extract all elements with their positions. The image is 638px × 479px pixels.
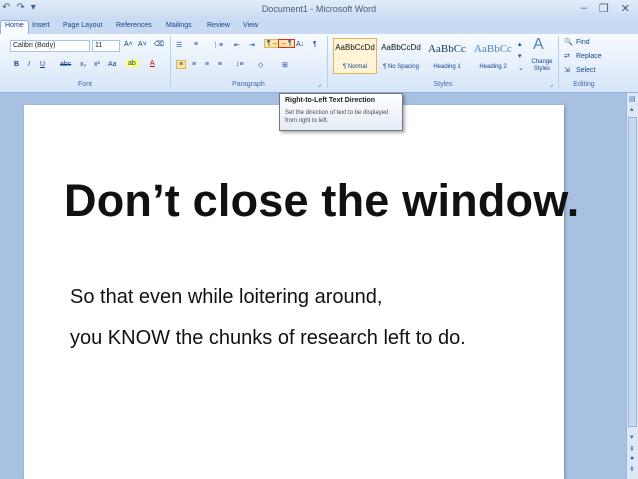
scroll-thumb[interactable] xyxy=(628,117,637,427)
clear-formatting-icon[interactable]: ⌫ xyxy=(154,40,164,48)
style-sample: AaBbCcDd xyxy=(381,43,421,52)
tooltip: Right-to-Left Text Direction Set the dir… xyxy=(279,93,403,131)
document-line: you KNOW the chunks of research left to … xyxy=(70,327,466,349)
style-normal[interactable]: AaBbCcDd ¶ Normal xyxy=(333,38,377,74)
align-center-icon[interactable]: ≡ xyxy=(192,61,196,68)
borders-icon[interactable]: ⊞ xyxy=(282,61,288,69)
tab-insert[interactable]: Insert xyxy=(32,22,50,29)
increase-indent-icon[interactable]: ⇥ xyxy=(249,41,255,49)
style-heading-2[interactable]: AaBbCc Heading 2 xyxy=(471,38,515,74)
style-sample: AaBbCc xyxy=(428,43,466,55)
sort-icon[interactable]: A↓ xyxy=(296,41,304,48)
numbering-icon[interactable]: ≡ xyxy=(194,41,198,48)
vertical-scrollbar[interactable]: ▤ ▴ ▾ ⇞ ● ⇟ xyxy=(626,93,638,479)
replace-icon: ⇄ xyxy=(564,53,570,60)
minimize-icon[interactable]: – xyxy=(581,2,587,15)
styles-scroll-up-icon[interactable]: ▴ xyxy=(518,40,522,48)
editing-group-label: Editing xyxy=(573,81,595,88)
style-sample: AaBbCcDd xyxy=(335,43,375,52)
restore-icon[interactable]: ❐ xyxy=(599,2,609,15)
find-button[interactable]: Find xyxy=(576,39,590,46)
tooltip-description: Set the direction of text to be displaye… xyxy=(285,110,389,124)
previous-page-icon[interactable]: ⇞ xyxy=(629,445,635,453)
select-icon: ⇲ xyxy=(564,67,570,74)
scroll-up-icon[interactable]: ▴ xyxy=(630,105,634,113)
close-icon[interactable]: ✕ xyxy=(621,2,630,15)
style-heading-1[interactable]: AaBbCc Heading 1 xyxy=(425,38,469,74)
title-bar: ↶ ↷ ▾ Document1 - Microsoft Word – ❐ ✕ xyxy=(0,0,638,19)
style-name: Heading 1 xyxy=(433,64,461,70)
tab-references[interactable]: References xyxy=(116,22,152,29)
tab-home[interactable]: Home xyxy=(0,20,29,34)
paragraph-dialog-launcher-icon[interactable]: ⌟ xyxy=(318,81,321,88)
shading-icon[interactable]: ◇ xyxy=(258,61,263,69)
next-page-icon[interactable]: ⇟ xyxy=(629,465,635,473)
bullets-icon[interactable]: ☰ xyxy=(176,41,182,49)
select-button[interactable]: Select xyxy=(576,67,595,74)
window-title: Document1 - Microsoft Word xyxy=(261,4,377,14)
font-size-box[interactable]: 11 xyxy=(92,40,120,52)
styles-more-icon[interactable]: ⌄ xyxy=(518,64,524,72)
change-styles-icon[interactable]: A xyxy=(533,36,544,54)
bold-icon[interactable]: B xyxy=(14,61,19,68)
font-color-icon[interactable]: A xyxy=(150,60,155,67)
highlight-icon[interactable]: ab xyxy=(126,60,138,67)
window-controls: – ❐ ✕ xyxy=(581,2,630,15)
replace-button[interactable]: Replace xyxy=(576,53,602,60)
ruler-toggle-icon[interactable]: ▤ xyxy=(629,95,636,103)
select-browse-object-icon[interactable]: ● xyxy=(630,455,634,462)
find-icon: 🔍 xyxy=(564,39,573,46)
tab-mailings[interactable]: Mailings xyxy=(166,22,192,29)
styles-dialog-launcher-icon[interactable]: ⌟ xyxy=(550,81,553,88)
style-name: ¶ Normal xyxy=(342,64,368,70)
font-name-box[interactable]: Calibri (Body) xyxy=(10,40,90,52)
change-styles-button[interactable]: Change Styles xyxy=(528,59,556,73)
document-headline: Don’t close the window. xyxy=(64,175,580,226)
strikethrough-icon[interactable]: abc xyxy=(60,61,71,68)
ribbon-tabs: Home Insert Page Layout References Maili… xyxy=(0,19,638,34)
shrink-font-icon[interactable]: A˅ xyxy=(138,41,147,48)
paragraph-group-label: Paragraph xyxy=(232,81,265,88)
style-name: Heading 2 xyxy=(479,64,507,70)
multilevel-list-icon[interactable]: ⋮≡ xyxy=(212,41,223,49)
document-line: So that even while loitering around, xyxy=(70,286,383,308)
style-name: ¶ No Spacing xyxy=(383,64,419,70)
tab-page-layout[interactable]: Page Layout xyxy=(63,22,102,29)
scroll-down-icon[interactable]: ▾ xyxy=(630,433,634,441)
font-group-label: Font xyxy=(77,81,92,88)
superscript-icon[interactable]: x² xyxy=(94,61,100,68)
style-no-spacing[interactable]: AaBbCcDd ¶ No Spacing xyxy=(379,38,423,74)
justify-icon[interactable]: ≡ xyxy=(218,61,222,68)
line-spacing-icon[interactable]: ↕≡ xyxy=(236,61,244,68)
styles-group-label: Styles xyxy=(433,81,453,88)
tab-view[interactable]: View xyxy=(243,22,258,29)
align-right-icon[interactable]: ≡ xyxy=(205,61,209,68)
subscript-icon[interactable]: x₂ xyxy=(80,61,86,68)
italic-icon[interactable]: I xyxy=(28,61,30,68)
tooltip-title: Right-to-Left Text Direction xyxy=(285,97,376,104)
grow-font-icon[interactable]: A˄ xyxy=(124,41,133,48)
underline-icon[interactable]: U xyxy=(40,61,45,68)
decrease-indent-icon[interactable]: ⇤ xyxy=(234,41,240,49)
show-hide-icon[interactable]: ¶ xyxy=(313,41,317,48)
rtl-text-direction-icon[interactable]: ←¶ xyxy=(278,39,295,48)
styles-scroll-down-icon[interactable]: ▾ xyxy=(518,52,522,60)
align-left-icon[interactable]: ≡ xyxy=(176,60,187,69)
style-sample: AaBbCc xyxy=(474,43,512,55)
change-case-icon[interactable]: Aa xyxy=(108,61,117,68)
tab-review[interactable]: Review xyxy=(207,22,230,29)
ribbon: Calibri (Body) 11 A˄ A˅ ⌫ B I U abc x₂ x… xyxy=(0,34,638,93)
